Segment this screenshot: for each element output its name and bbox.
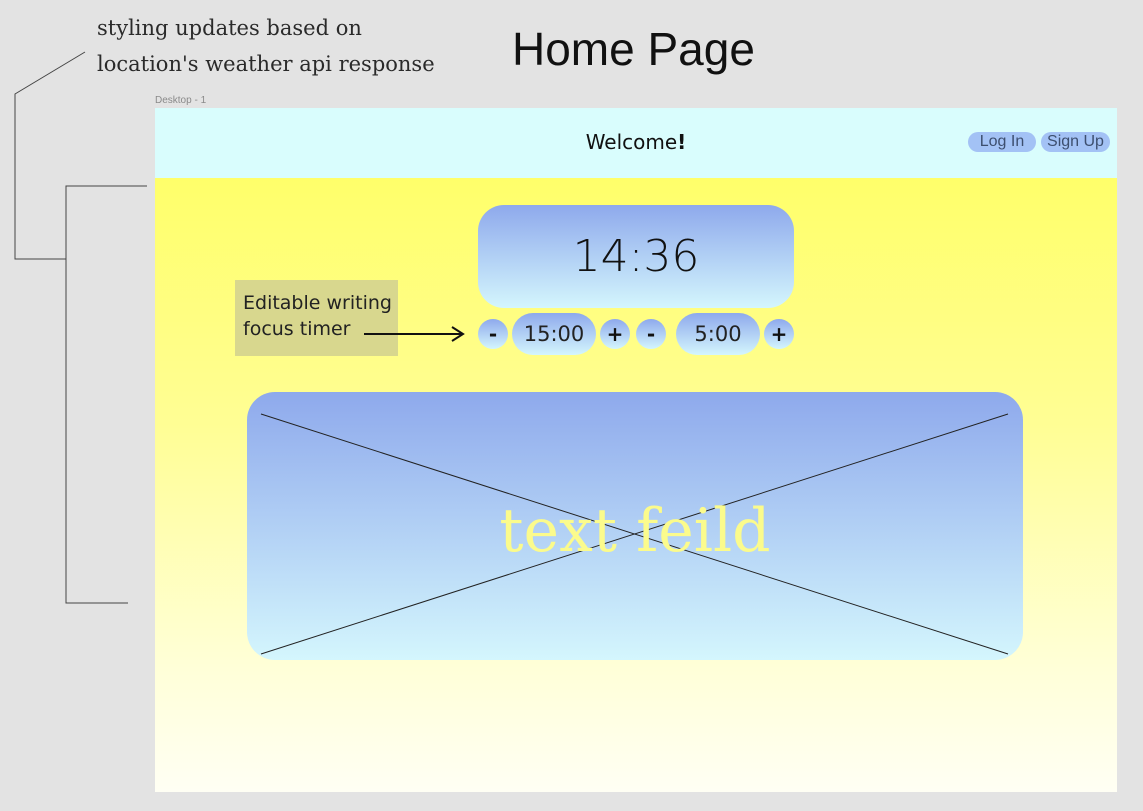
focus-increment-button[interactable]: + [600, 319, 630, 349]
sticky-note: Editable writing focus timer [235, 280, 398, 356]
sticky-note-line-1: Editable writing [243, 292, 392, 314]
focus-duration-input[interactable] [512, 313, 596, 355]
timer-display: 14:36 [478, 205, 794, 308]
writing-text-field[interactable]: text feild [247, 392, 1023, 660]
break-increment-button[interactable]: + [764, 319, 794, 349]
login-button[interactable]: Log In [968, 132, 1036, 152]
welcome-text: Welcome [585, 130, 678, 154]
signup-button[interactable]: Sign Up [1041, 132, 1110, 152]
styling-note-line-2: location's weather api response [97, 52, 435, 76]
frame-label: Desktop - 1 [155, 95, 207, 106]
break-decrement-button[interactable]: - [636, 319, 666, 349]
break-duration-input[interactable] [676, 313, 760, 355]
welcome-emphasis: ! [677, 130, 687, 154]
focus-decrement-button[interactable]: - [478, 319, 508, 349]
styling-note-line-1: styling updates based on [97, 16, 362, 40]
desktop-frame: Welcome! Log In Sign Up 14:36 - + - + te… [155, 108, 1117, 792]
timer-current-time: 14:36 [572, 231, 700, 282]
styling-note-leader-line [14, 51, 86, 260]
right-arrow-icon [364, 326, 465, 342]
styling-note: styling updates based on location's weat… [97, 10, 435, 82]
page-heading: Home Page [512, 23, 755, 75]
text-field-label: text feild [499, 496, 771, 566]
weather-styled-content: 14:36 - + - + text feild [155, 178, 1117, 792]
header-bar: Welcome! Log In Sign Up [155, 108, 1117, 178]
content-area-bracket [65, 185, 147, 604]
